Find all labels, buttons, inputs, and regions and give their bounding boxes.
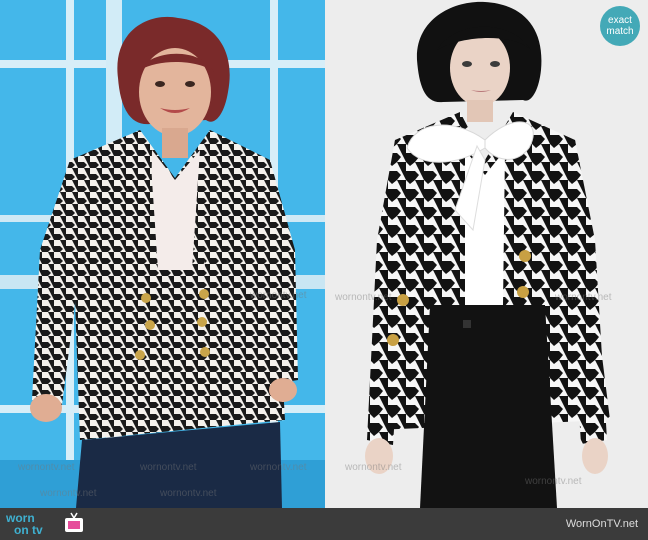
footer-bar: worn on tv WornOnTV.net [0, 508, 648, 540]
product-scene [325, 0, 648, 508]
site-logo[interactable]: worn on tv [6, 511, 86, 537]
product-photo: exact match wornontv.net wornontv.net wo… [325, 0, 648, 508]
tv-icon [65, 512, 83, 532]
exact-match-badge: exact match [600, 6, 640, 46]
badge-line-2: match [606, 26, 634, 37]
logo-text-bottom: on tv [14, 523, 43, 537]
tv-show-scene [0, 0, 325, 508]
tv-show-photo: wornontv.net wornontv.net wornontv.net w… [0, 0, 325, 508]
badge-line-1: exact [608, 15, 632, 26]
site-name: WornOnTV.net [565, 518, 638, 530]
